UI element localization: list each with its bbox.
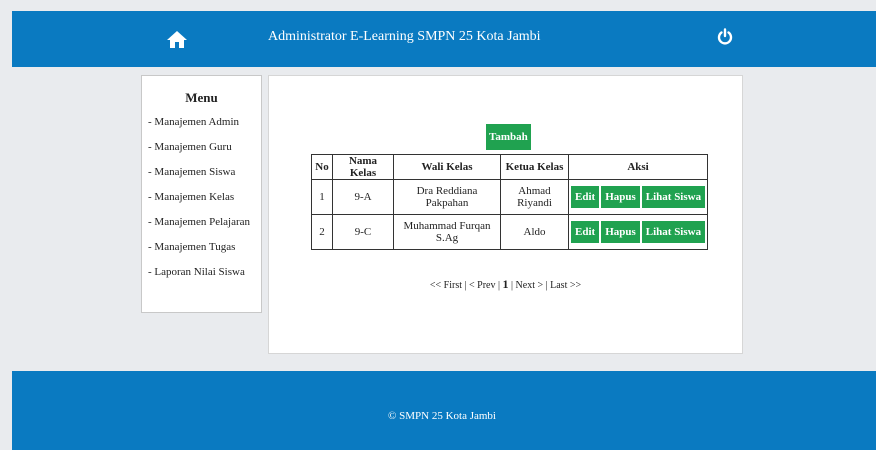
column-header-ketua-kelas: Ketua Kelas: [500, 154, 569, 180]
pagination: << First | < Prev | 1 | Next > | Last >>: [269, 277, 742, 292]
sidebar-item-manajemen-admin[interactable]: - Manajemen Admin: [148, 115, 261, 140]
class-table: No Nama Kelas Wali Kelas Ketua Kelas Aks…: [311, 154, 709, 250]
table-row: 1 9-A Dra Reddiana Pakpahan Ahmad Riyand…: [311, 179, 709, 215]
cell-aksi: Edit Hapus Lihat Siswa: [567, 214, 709, 250]
table-row: 2 9-C Muhammad Furqan S.Ag Aldo Edit Hapu…: [311, 214, 709, 250]
edit-button[interactable]: Edit: [571, 186, 600, 208]
cell-ketua-kelas: Ahmad Riyandi: [500, 179, 569, 215]
footer: © SMPN 25 Kota Jambi: [12, 371, 876, 450]
column-header-wali-kelas: Wali Kelas: [393, 154, 501, 180]
sidebar-item-manajemen-kelas[interactable]: - Manajemen Kelas: [148, 190, 261, 215]
cell-nama-kelas: 9-C: [332, 214, 394, 250]
pagination-first-link[interactable]: << First: [430, 280, 462, 291]
footer-copyright: © SMPN 25 Kota Jambi: [388, 410, 496, 422]
sidebar-item-laporan-nilai-siswa[interactable]: - Laporan Nilai Siswa: [148, 265, 261, 290]
delete-button[interactable]: Hapus: [601, 186, 640, 208]
cell-no: 2: [311, 214, 333, 250]
pagination-separator: |: [462, 280, 470, 291]
sidebar-item-manajemen-tugas[interactable]: - Manajemen Tugas: [148, 240, 261, 265]
sidebar-menu: Menu - Manajemen Admin - Manajemen Guru …: [141, 75, 262, 313]
cell-ketua-kelas: Aldo: [500, 214, 569, 250]
view-students-button[interactable]: Lihat Siswa: [641, 186, 706, 208]
power-icon[interactable]: [717, 28, 733, 46]
cell-wali-kelas: Muhammad Furqan S.Ag: [393, 214, 501, 250]
table-header-row: No Nama Kelas Wali Kelas Ketua Kelas Aks…: [311, 154, 709, 180]
column-header-aksi: Aksi: [567, 154, 709, 180]
sidebar-item-manajemen-guru[interactable]: - Manajemen Guru: [148, 140, 261, 165]
pagination-separator: |: [508, 280, 516, 291]
menu-title: Menu: [185, 90, 218, 105]
edit-button[interactable]: Edit: [571, 221, 600, 243]
column-header-nama-kelas: Nama Kelas: [332, 154, 394, 180]
sidebar-item-manajemen-siswa[interactable]: - Manajemen Siswa: [148, 165, 261, 190]
sidebar-item-manajemen-pelajaran[interactable]: - Manajemen Pelajaran: [148, 215, 261, 240]
pagination-separator: |: [495, 280, 503, 291]
top-navbar: Administrator E-Learning SMPN 25 Kota Ja…: [12, 11, 876, 67]
column-header-no: No: [311, 154, 333, 180]
app-title: Administrator E-Learning SMPN 25 Kota Ja…: [268, 29, 541, 44]
cell-aksi: Edit Hapus Lihat Siswa: [567, 179, 709, 215]
pagination-prev-link[interactable]: < Prev: [469, 280, 495, 291]
content-panel: Tambah No Nama Kelas Wali Kelas Ketua Ke…: [268, 75, 743, 354]
cell-wali-kelas: Dra Reddiana Pakpahan: [393, 179, 501, 215]
cell-nama-kelas: 9-A: [332, 179, 394, 215]
delete-button[interactable]: Hapus: [601, 221, 640, 243]
add-class-button[interactable]: Tambah: [486, 124, 531, 150]
home-icon[interactable]: [166, 29, 188, 49]
pagination-next-link[interactable]: Next >: [516, 280, 544, 291]
pagination-last-link[interactable]: Last >>: [550, 280, 581, 291]
view-students-button[interactable]: Lihat Siswa: [641, 221, 706, 243]
cell-no: 1: [311, 179, 333, 215]
